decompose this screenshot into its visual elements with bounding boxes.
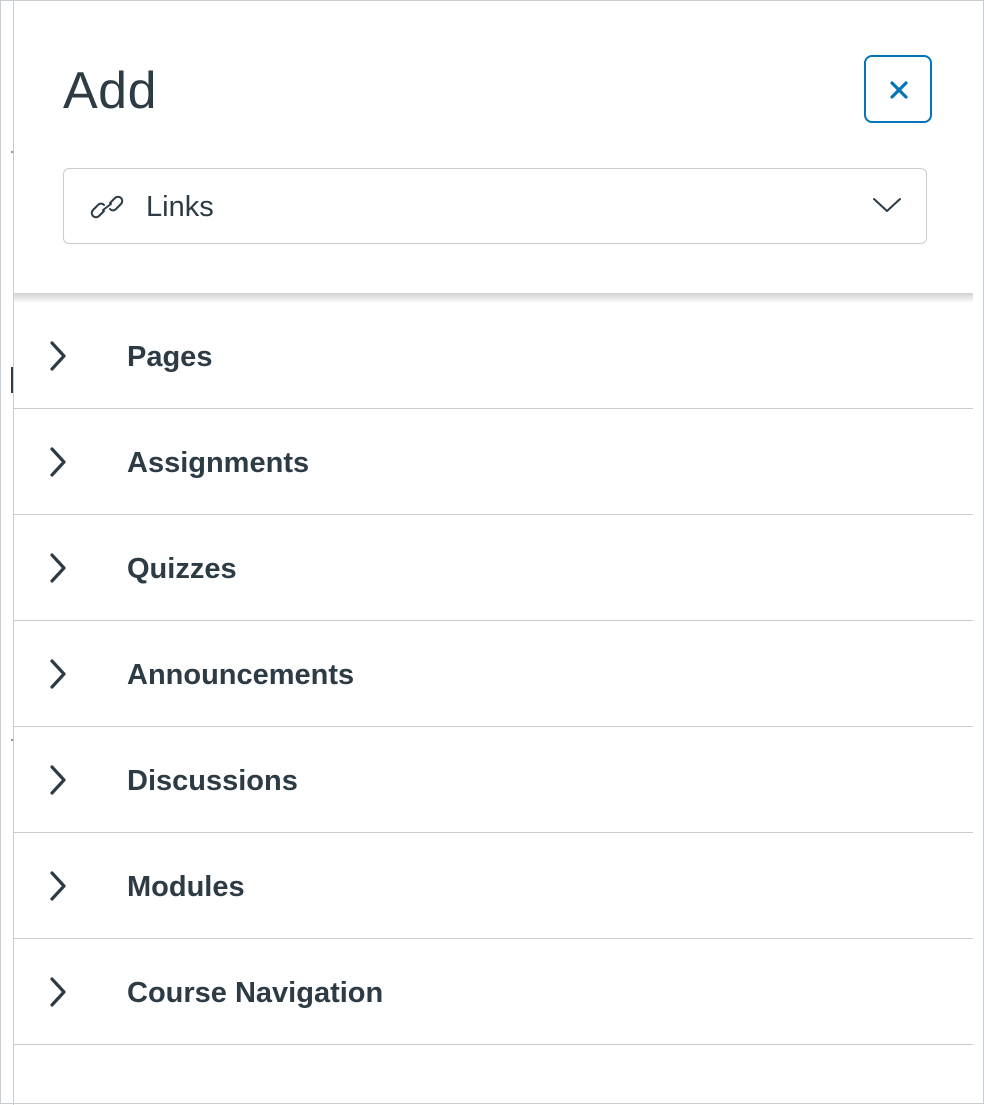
close-button[interactable] xyxy=(864,55,932,123)
header-shadow xyxy=(14,293,973,303)
section-list: Pages Assignments Quizzes Announcements … xyxy=(14,303,973,1045)
section-label: Pages xyxy=(127,341,213,373)
close-icon xyxy=(890,81,908,99)
content-type-select-value: Links xyxy=(146,191,214,223)
section-item-quizzes[interactable]: Quizzes xyxy=(14,515,973,621)
chevron-right-icon xyxy=(50,871,66,901)
section-label: Modules xyxy=(127,871,245,903)
content-type-select[interactable]: Links xyxy=(63,168,927,244)
section-item-pages[interactable]: Pages xyxy=(14,303,973,409)
chevron-right-icon xyxy=(50,447,66,477)
section-item-course-navigation[interactable]: Course Navigation xyxy=(14,939,973,1045)
chevron-right-icon xyxy=(50,977,66,1007)
section-label: Quizzes xyxy=(127,553,237,585)
chevron-right-icon xyxy=(50,765,66,795)
link-icon xyxy=(90,195,124,219)
chevron-right-icon xyxy=(50,341,66,371)
section-item-assignments[interactable]: Assignments xyxy=(14,409,973,515)
edge-tick xyxy=(11,739,13,741)
chevron-right-icon xyxy=(50,553,66,583)
section-label: Discussions xyxy=(127,765,298,797)
section-label: Announcements xyxy=(127,659,355,691)
edge-tick xyxy=(11,151,13,153)
chevron-right-icon xyxy=(50,659,66,689)
section-item-modules[interactable]: Modules xyxy=(14,833,973,939)
chevron-down-icon xyxy=(873,198,901,212)
panel-title: Add xyxy=(63,62,158,120)
section-item-discussions[interactable]: Discussions xyxy=(14,727,973,833)
section-label: Assignments xyxy=(127,447,310,479)
section-item-announcements[interactable]: Announcements xyxy=(14,621,973,727)
add-panel: Add Links Pages Assignments Quizzes Anno… xyxy=(0,0,984,1105)
panel-header: Add Links xyxy=(14,1,973,293)
section-label: Course Navigation xyxy=(127,977,384,1009)
edge-tick xyxy=(11,367,13,393)
